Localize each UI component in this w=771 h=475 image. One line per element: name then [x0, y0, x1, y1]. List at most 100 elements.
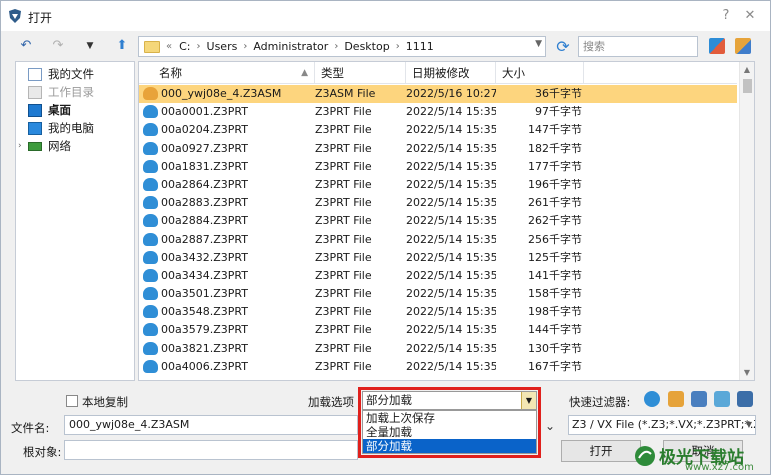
file-size-cell: 97千字节	[535, 105, 582, 119]
file-name-cell: 00a3579.Z3PRT	[161, 323, 248, 337]
file-date-cell: 2022/5/14 15:35	[406, 268, 496, 282]
breadcrumb-item[interactable]: 1111	[406, 40, 434, 53]
file-name-cell: 00a3501.Z3PRT	[161, 287, 248, 301]
part-file-icon	[143, 196, 158, 210]
part-file-icon	[143, 232, 158, 246]
chevron-down-icon[interactable]: ▼	[746, 416, 752, 434]
file-name-cell: 00a2883.Z3PRT	[161, 196, 248, 210]
table-row[interactable]: 00a0001.Z3PRT Z3PRT File 2022/5/14 15:35 97…	[139, 103, 737, 121]
column-header-size[interactable]: 大小	[496, 62, 584, 84]
forward-arrow-icon[interactable]: ↷	[49, 38, 67, 54]
table-row[interactable]: 00a1831.Z3PRT Z3PRT File 2022/5/14 15:35 17…	[139, 158, 737, 176]
nav-item-work-directory[interactable]: 工作目录	[16, 83, 134, 101]
file-rows: 000_ywj08e_4.Z3ASM Z3ASM File 2022/5/16 10…	[139, 85, 737, 376]
table-row[interactable]: 00a2864.Z3PRT Z3PRT File 2022/5/14 15:35 19…	[139, 176, 737, 194]
file-size-cell: 167千字节	[528, 359, 582, 373]
file-name-cell: 00a0001.Z3PRT	[161, 105, 248, 119]
table-row[interactable]: 00a3821.Z3PRT Z3PRT File 2022/5/14 15:35 13…	[139, 340, 737, 358]
column-header-date[interactable]: 日期被修改	[406, 62, 496, 84]
workdir-icon	[28, 85, 42, 99]
table-row[interactable]: 00a4006.Z3PRT Z3PRT File 2022/5/14 15:35 16…	[139, 358, 737, 376]
table-row[interactable]: 00a2884.Z3PRT Z3PRT File 2022/5/14 15:35 26…	[139, 212, 737, 230]
back-arrow-icon[interactable]: ↶	[17, 38, 35, 54]
file-type-value: Z3 / VX File (*.Z3;*.VX;*.Z3PRT;*.Z3	[572, 418, 756, 431]
file-name-cell: 00a2887.Z3PRT	[161, 232, 248, 246]
nav-item-label: 工作目录	[48, 85, 94, 99]
address-dropdown-icon[interactable]: ▼	[535, 39, 542, 49]
file-type-cell: Z3PRT File	[315, 196, 372, 210]
scroll-down-icon[interactable]: ▼	[740, 365, 754, 380]
scroll-thumb[interactable]	[743, 79, 752, 93]
breadcrumb-separator[interactable]: ›	[243, 41, 247, 52]
file-size-cell: 130千字节	[528, 341, 582, 355]
column-header-name[interactable]: 名称 ▲	[153, 62, 315, 84]
file-name-cell: 00a2864.Z3PRT	[161, 177, 248, 191]
history-dropdown-icon[interactable]: ▼	[81, 38, 99, 54]
column-header-label: 大小	[502, 66, 525, 80]
file-name-cell: 00a3821.Z3PRT	[161, 341, 248, 355]
nav-item-desktop[interactable]: 桌面	[16, 101, 134, 119]
annotation-highlight-box	[358, 387, 541, 458]
file-size-cell: 36千字节	[535, 87, 582, 100]
table-row[interactable]: 00a3432.Z3PRT Z3PRT File 2022/5/14 15:35 12…	[139, 249, 737, 267]
address-bar[interactable]: « C: › Users › Administrator › Desktop ›…	[138, 36, 546, 57]
vertical-scrollbar[interactable]: ▲ ▼	[739, 62, 754, 380]
file-type-cell: Z3PRT File	[315, 123, 372, 137]
breadcrumb-separator[interactable]: ›	[334, 41, 338, 52]
expand-options-icon[interactable]: ⌄	[545, 419, 555, 433]
file-type-select[interactable]: Z3 / VX File (*.Z3;*.VX;*.Z3PRT;*.Z3 ▼	[568, 415, 756, 435]
filename-label: 文件名:	[11, 421, 50, 435]
filter-part-icon[interactable]	[644, 391, 660, 407]
table-row[interactable]: 00a2887.Z3PRT Z3PRT File 2022/5/14 15:35 25…	[139, 231, 737, 249]
view-mode-icon[interactable]	[709, 38, 725, 54]
filename-input[interactable]: 000_ywj08e_4.Z3ASM	[64, 415, 358, 435]
table-row[interactable]: 00a0204.Z3PRT Z3PRT File 2022/5/14 15:35 14…	[139, 121, 737, 139]
table-row[interactable]: 00a0927.Z3PRT Z3PRT File 2022/5/14 15:35 18…	[139, 140, 737, 158]
breadcrumb-separator[interactable]: ›	[197, 41, 201, 52]
file-date-cell: 2022/5/14 15:35	[406, 232, 496, 246]
local-copy-label: 本地复制	[82, 395, 128, 409]
table-row[interactable]: 000_ywj08e_4.Z3ASM Z3ASM File 2022/5/16 10…	[139, 85, 737, 104]
part-file-icon	[143, 268, 158, 282]
table-row[interactable]: 00a2883.Z3PRT Z3PRT File 2022/5/14 15:35 26…	[139, 194, 737, 212]
refresh-icon[interactable]: ⟳	[554, 38, 572, 56]
preview-icon[interactable]	[735, 38, 751, 54]
file-size-cell: 158千字节	[528, 287, 582, 301]
nav-item-my-computer[interactable]: 我的电脑	[16, 119, 134, 137]
filter-sketch-icon[interactable]	[714, 391, 730, 407]
scroll-up-icon[interactable]: ▲	[740, 62, 754, 77]
nav-item-network[interactable]: › 网络	[16, 137, 134, 155]
filter-assembly-icon[interactable]	[668, 391, 684, 407]
table-row[interactable]: 00a3434.Z3PRT Z3PRT File 2022/5/14 15:35 14…	[139, 267, 737, 285]
network-icon	[28, 141, 42, 151]
window-title: 打开	[28, 11, 53, 25]
computer-icon	[28, 121, 42, 135]
breadcrumb-separator[interactable]: ›	[396, 41, 400, 52]
file-date-cell: 2022/5/14 15:35	[406, 105, 496, 119]
close-button[interactable]: ✕	[741, 7, 759, 25]
help-button[interactable]: ?	[717, 7, 735, 25]
file-date-cell: 2022/5/16 10:27	[406, 87, 496, 100]
title-bar: 打开 ? ✕	[1, 1, 770, 31]
filter-funnel-icon[interactable]	[737, 391, 753, 407]
table-row[interactable]: 00a3548.Z3PRT Z3PRT File 2022/5/14 15:35 19…	[139, 303, 737, 321]
filter-drawing-icon[interactable]	[691, 391, 707, 407]
up-folder-icon[interactable]: ⬆	[113, 38, 131, 54]
breadcrumb-item[interactable]: Users	[207, 40, 238, 53]
nav-item-label: 桌面	[48, 103, 71, 117]
breadcrumb-item[interactable]: Administrator	[253, 40, 328, 53]
file-name-cell: 00a0927.Z3PRT	[161, 141, 248, 155]
breadcrumb-item[interactable]: C:	[179, 40, 190, 53]
breadcrumb-overflow[interactable]: «	[166, 41, 172, 52]
local-copy-checkbox[interactable]	[66, 395, 78, 407]
root-object-input[interactable]	[64, 440, 358, 460]
table-row[interactable]: 00a3579.Z3PRT Z3PRT File 2022/5/14 15:35 14…	[139, 321, 737, 339]
column-header-type[interactable]: 类型	[315, 62, 406, 84]
table-row[interactable]: 00a3501.Z3PRT Z3PRT File 2022/5/14 15:35 15…	[139, 285, 737, 303]
search-input[interactable]: 搜索	[578, 36, 698, 57]
breadcrumb-item[interactable]: Desktop	[344, 40, 389, 53]
file-size-cell: 256千字节	[528, 232, 582, 246]
file-type-cell: Z3PRT File	[315, 359, 372, 373]
nav-item-my-files[interactable]: 我的文件	[16, 65, 134, 83]
expand-chevron-icon[interactable]: ›	[18, 141, 22, 151]
